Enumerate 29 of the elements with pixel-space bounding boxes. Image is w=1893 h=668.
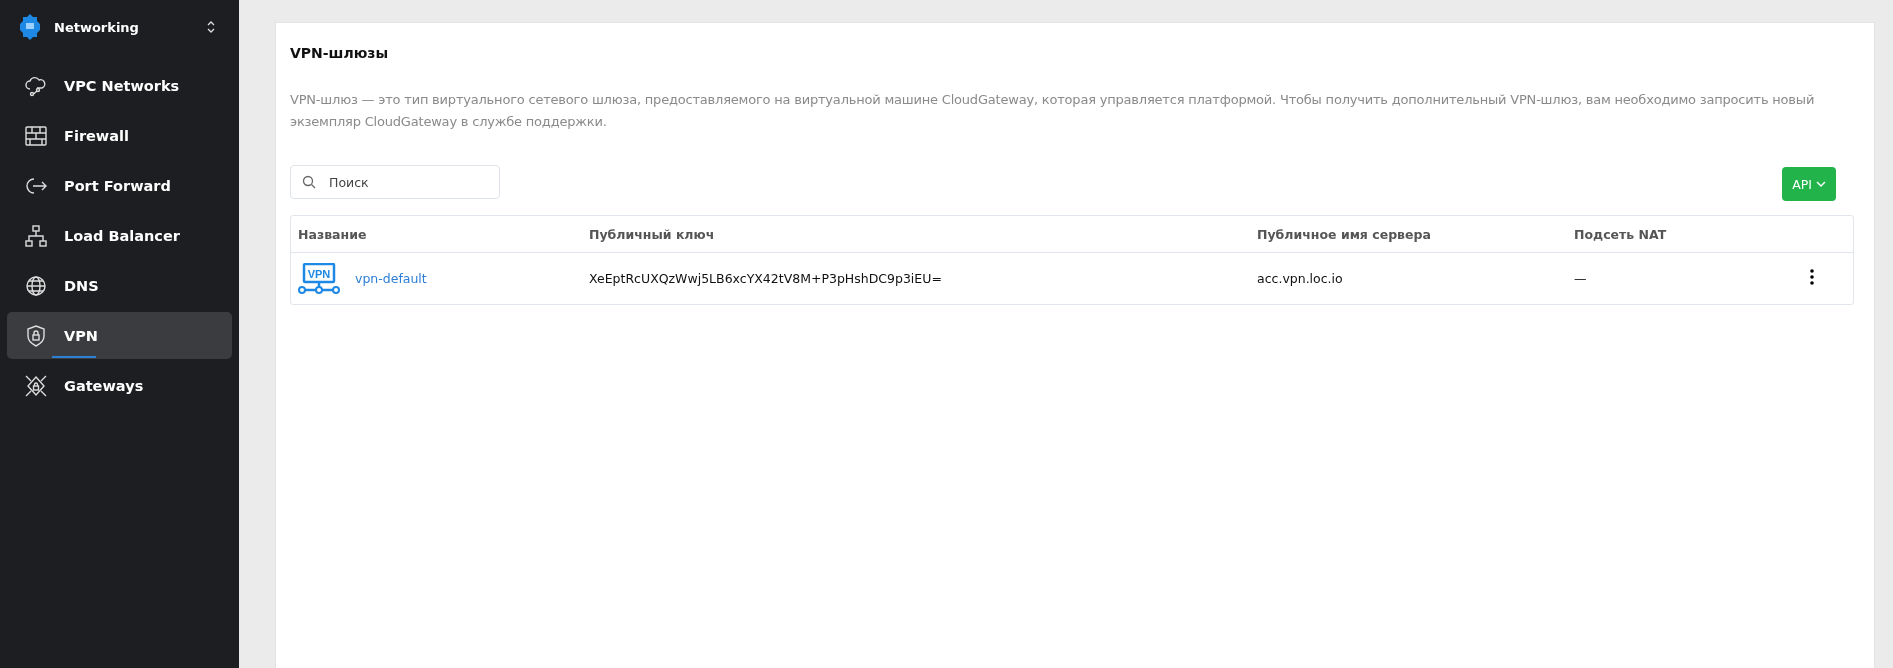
- search-field[interactable]: Поиск: [290, 165, 500, 199]
- sidebar-item[interactable]: VPN: [7, 312, 232, 359]
- brick-wall-icon: [24, 123, 48, 148]
- sidebar-item[interactable]: Firewall: [7, 112, 232, 159]
- sidebar-item[interactable]: Gateways: [7, 362, 232, 409]
- table-cell-text: acc.vpn.loc.io: [1256, 271, 1344, 286]
- column-header: Публичное имя сервера: [1256, 226, 1432, 242]
- table-cell-text: XeEptRcUXQzWwj5LB6xcYX42tV8M+P3pHshDC9p3iEU=: [588, 271, 943, 286]
- sidebar-item[interactable]: Load Balancer: [7, 212, 232, 259]
- table-cell-text: —: [1573, 271, 1588, 286]
- more-options-icon[interactable]: [1810, 269, 1814, 285]
- sidebar-item[interactable]: DNS: [7, 262, 232, 309]
- chevron-updown-icon[interactable]: [207, 21, 215, 33]
- column-header: Название: [297, 226, 368, 242]
- globe-icon: [24, 273, 48, 298]
- gear-icon: [18, 14, 42, 40]
- sidebar-item[interactable]: Port Forward: [7, 162, 232, 209]
- description-text: VPN-шлюз — это тип виртуального сетевого шлюза, предоставляемого на виртуальной машине CloudGateway, которая управляется платформой. Чтобы получить дополнительный VPN-шлюз, вам необходимо запросить новый экземпляр CloudGateway в службе поддержки.: [290, 91, 1816, 131]
- column-header: Подсеть NAT: [1573, 226, 1668, 242]
- app-title: Networking: [54, 19, 140, 35]
- gateway-link[interactable]: vpn-default: [355, 271, 427, 286]
- sidebar-item[interactable]: VPC Networks: [7, 62, 232, 109]
- search-icon: [302, 175, 316, 189]
- chevron-down-icon: [1816, 181, 1826, 187]
- gateway-icon: [24, 373, 48, 398]
- column-header: Публичный ключ: [588, 226, 716, 242]
- shield-lock-icon: [24, 323, 48, 348]
- hierarchy-icon: [24, 223, 48, 248]
- page-title: VPN-шлюзы: [290, 45, 390, 61]
